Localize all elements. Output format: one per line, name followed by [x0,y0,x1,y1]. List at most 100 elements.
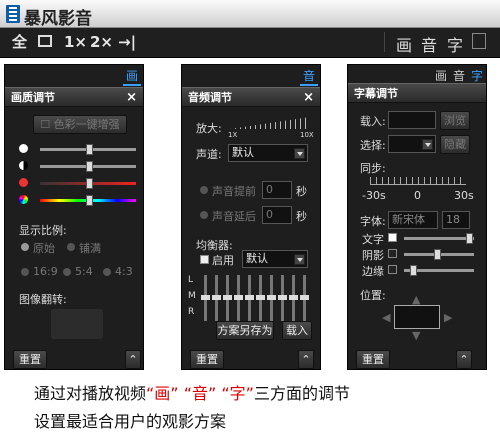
load-preset-button[interactable]: 载入 [282,321,312,340]
tab-picture[interactable]: 画 [122,67,141,86]
flip-icon[interactable] [51,309,103,339]
eq-label: 均衡器: [196,239,233,252]
channel-select[interactable]: 默认 [228,144,308,162]
hue-slider[interactable] [40,195,136,206]
font-size-input[interactable]: 18 [442,211,470,229]
eq-enable-checkbox[interactable] [200,255,209,264]
eq-preset-select[interactable]: 默认 [242,250,308,268]
flip-label: 图像翻转: [19,293,67,306]
saturation-icon [19,178,28,187]
border-slider[interactable] [404,265,474,276]
select-label: 选择: [360,139,386,152]
audio-reset-button[interactable]: 重置 [190,350,224,369]
size-2x-button[interactable]: 2× [90,33,113,51]
subtitle-reset-button[interactable]: 重置 [356,350,390,369]
arrow-left-icon[interactable]: ◀ [382,311,390,324]
select-dropdown[interactable] [388,135,436,153]
color-enhance-button[interactable]: ☐ 色彩一键增强 [33,115,127,134]
brightness-icon [19,144,28,153]
load-input[interactable] [388,111,436,129]
shadow-slider[interactable] [404,249,474,260]
text-color-swatch[interactable] [388,233,397,242]
picture-title: 画质调节 [11,91,55,104]
contrast-icon [19,161,28,170]
toolbar-divider [384,32,385,52]
panel-tabs: 画 [122,67,141,86]
amplify-label: 放大: [196,122,222,135]
sound-button[interactable]: 音 [421,32,437,56]
sync-mid: 0 [414,189,421,202]
ratio-54-radio[interactable] [63,268,71,276]
text-slider[interactable] [404,233,474,244]
browse-button[interactable]: 浏览 [440,111,470,130]
picture-reset-button[interactable]: 重置 [13,350,47,369]
tab-sound[interactable]: 音 [450,67,468,84]
tab-sound[interactable]: 音 [299,67,318,86]
hide-button[interactable]: 隐藏 [440,135,470,154]
font-select[interactable]: 新宋体 [388,211,438,229]
hue-icon [19,195,28,204]
close-icon[interactable]: × [303,88,314,108]
ratio-fill-label: 铺满 [79,242,101,255]
app-logo-icon [6,5,20,23]
caption-line-2: 设置最适合用户的观影方案 [34,412,227,431]
advance-sec: 秒 [296,185,307,198]
collapse-icon[interactable]: ⌃ [456,350,472,369]
border-color-swatch[interactable] [388,265,397,274]
amplify-slider[interactable] [230,117,310,129]
border-label: 边缘 [362,265,384,278]
subtitle-panel: 画音字 字幕调节 载入: 浏览 选择: 隐藏 同步: -30s 0 30s 字体… [347,64,487,370]
text-label: 文字 [362,233,384,246]
equalizer[interactable] [201,275,314,323]
channel-label: 声道: [196,148,222,161]
eq-l: L [188,275,194,285]
advance-input[interactable]: 0 [262,181,292,199]
audio-title: 音频调节 [188,91,232,104]
ratio-fill-radio[interactable] [67,243,75,251]
size-1x-button[interactable]: 1× [64,33,87,51]
ratio-43-label: 4:3 [115,265,133,278]
picture-button[interactable]: 画 [396,32,412,56]
tab-picture[interactable]: 画 [432,67,450,84]
arrow-up-icon[interactable]: ▲ [412,293,420,306]
load-label: 载入: [360,115,386,128]
brightness-slider[interactable] [40,144,136,155]
mini-mode-icon[interactable] [38,35,52,47]
delay-input[interactable]: 0 [262,206,292,224]
saturation-slider[interactable] [40,178,136,189]
shadow-color-swatch[interactable] [388,249,397,258]
cursor-icon [489,84,500,97]
pin-icon[interactable]: →| [118,33,136,51]
eq-enable-label: 启用 [212,254,234,267]
close-icon[interactable]: × [126,88,137,108]
subtitle-button[interactable]: 字 [447,32,463,56]
contrast-slider[interactable] [40,161,136,172]
export-icon[interactable] [472,33,486,49]
advance-radio[interactable] [200,186,208,194]
ratio-43-radio[interactable] [103,268,111,276]
ratio-original-label: 原始 [33,242,55,255]
picture-panel: 画 画质调节 × ☐ 色彩一键增强 显示比例: 原始 铺满 16:9 5:4 4:… [4,64,144,370]
ratio-original-radio[interactable] [21,243,29,251]
advance-label: 声音提前 [212,185,256,198]
position-label: 位置: [360,289,386,302]
cursor-icon [163,84,175,97]
delay-radio[interactable] [200,211,208,219]
shadow-label: 阴影 [362,249,384,262]
app-title: 暴风影音 [24,9,92,29]
arrow-down-icon[interactable]: ▼ [412,329,420,342]
eq-r: R [188,307,195,317]
save-preset-button[interactable]: 方案另存为 [216,321,274,340]
delay-label: 声音延后 [212,210,256,223]
eq-m: M [188,291,196,301]
fullscreen-button[interactable]: 全 [12,33,27,51]
ratio-169-radio[interactable] [21,268,29,276]
sync-slider[interactable] [370,177,466,185]
audio-panel: 音 音频调节 × 放大: 1X 10X 声道: 默认 声音提前 0 秒 声音延后 … [181,64,321,370]
sync-min: -30s [362,189,386,202]
collapse-icon[interactable]: ⌃ [298,350,314,369]
position-box[interactable] [394,305,440,329]
ratio-54-label: 5:4 [75,265,93,278]
arrow-right-icon[interactable]: ▶ [444,311,452,324]
collapse-icon[interactable]: ⌃ [125,350,141,369]
